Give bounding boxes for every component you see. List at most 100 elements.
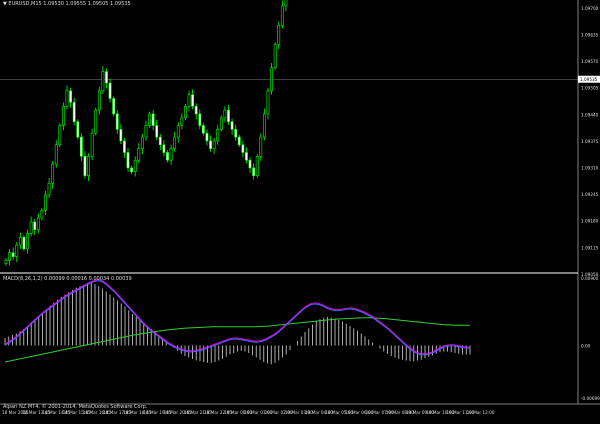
candle-body [26, 233, 29, 250]
candle-body [284, 0, 288, 7]
candle-body [4, 260, 8, 264]
candle-body [62, 105, 65, 126]
time-axis-tick-label: 19 Mar 12:00 [467, 410, 495, 415]
price-axis-tick-label: 1.09375 [581, 139, 599, 144]
candle-body [123, 140, 126, 153]
candle-body [69, 90, 72, 103]
candle-body [54, 144, 58, 165]
candle-body [205, 132, 209, 142]
candle-body [223, 109, 227, 119]
candle-body [198, 113, 202, 126]
candle-body [151, 113, 155, 126]
macd-line [4, 279, 470, 355]
candle-body [234, 129, 238, 138]
signal-line [4, 280, 470, 356]
candle-body [90, 132, 94, 157]
candle-body [8, 252, 11, 261]
price-axis-tick-label: 1.09115 [581, 245, 599, 250]
candle-body [166, 152, 169, 161]
candle-body [108, 82, 112, 99]
candle-body [148, 113, 151, 126]
symbol-info-label: ▼ EURUSD,M15 1.09530 1.09555 1.09505 1.0… [3, 1, 131, 7]
candle-body [83, 156, 87, 176]
candle-body [201, 125, 205, 134]
candle-body [252, 167, 256, 176]
price-axis-tick-label: 1.09570 [581, 59, 599, 64]
indicator-axis-tick-label: 0.00 [581, 344, 591, 349]
candle-body [248, 159, 252, 169]
candle-body [76, 121, 80, 138]
candle-body [259, 136, 263, 157]
price-axis-tick-label: 1.09440 [581, 112, 599, 117]
candle-body [169, 148, 173, 161]
candle-body [137, 148, 141, 161]
candle-body [126, 152, 130, 169]
candle-body [36, 217, 40, 230]
indicator-axis-tick-label: 0.00900 [581, 276, 599, 281]
candle-body [184, 105, 187, 119]
price-axis-tick-label: 1.09635 [581, 33, 599, 38]
candle-body [40, 210, 44, 219]
indicator-info-label: MACD(8,26,1,2) 0.00099 0.00016 0.00034 0… [3, 276, 132, 282]
price-axis-tick-label: 1.09505 [581, 86, 599, 91]
candle-body [51, 163, 55, 184]
candle-body [79, 136, 83, 157]
candle-body [180, 117, 184, 126]
indicator-axis-tick-label: -0.00699 [581, 396, 600, 401]
candle-body [130, 167, 134, 173]
candle-body [280, 5, 284, 26]
candle-body [227, 109, 230, 122]
price-axis-tick-label: 1.09700 [581, 6, 599, 11]
candle-body [11, 252, 15, 257]
chart-canvas[interactable]: 1.09700 1.09635 1.09570 1.09505 1.09440 1.093… [0, 0, 600, 420]
candle-body [44, 194, 47, 211]
candle-body [187, 94, 191, 107]
copyright-label: Alpari NZ MT4, © 2001-2014, MetaQuotes S… [3, 404, 148, 410]
current-price-label: 1.09535 [580, 77, 598, 82]
candle-body [22, 237, 26, 250]
candle-body [219, 117, 223, 130]
candle-body [115, 113, 119, 130]
candle-body [33, 221, 37, 230]
candle-body [270, 67, 273, 92]
candle-body [162, 144, 166, 153]
candle-body [29, 221, 33, 234]
price-axis-tick-label: 1.09180 [581, 219, 599, 224]
candle-body [97, 90, 101, 111]
candle-body [158, 136, 162, 146]
candle-body [230, 121, 234, 130]
candle-body [194, 105, 198, 115]
candle-body [144, 125, 148, 138]
candle-body [155, 125, 159, 138]
candle-body [237, 136, 241, 146]
candle-body [209, 140, 212, 149]
candle-body [72, 102, 76, 122]
candle-body [216, 129, 220, 142]
candle-body [273, 44, 277, 68]
candle-body [140, 136, 144, 149]
candle-body [105, 71, 108, 84]
candle-body [47, 183, 51, 196]
candle-body [133, 159, 137, 173]
chart-window[interactable]: 1.09700 1.09635 1.09570 1.09505 1.09440 1.093… [0, 0, 600, 420]
candle-body [18, 237, 22, 246]
candle-body [176, 125, 180, 138]
candle-body [241, 144, 245, 153]
candle-body [58, 125, 62, 146]
price-axis-tick-label: 1.09310 [581, 166, 599, 171]
candle-body [262, 113, 266, 138]
candle-body [101, 71, 105, 92]
candle-body [65, 90, 69, 107]
candle-body [173, 136, 177, 149]
candle-body [277, 24, 281, 45]
candle-body [87, 156, 90, 176]
candle-body [191, 94, 195, 107]
candle-body [245, 152, 248, 161]
price-axis-tick-label: 1.09245 [581, 192, 599, 197]
candle-body [212, 140, 216, 149]
candle-body [266, 90, 270, 115]
candle-body [119, 129, 123, 142]
candle-body [112, 98, 116, 115]
candle-body [15, 244, 19, 257]
candle-body [255, 156, 259, 176]
